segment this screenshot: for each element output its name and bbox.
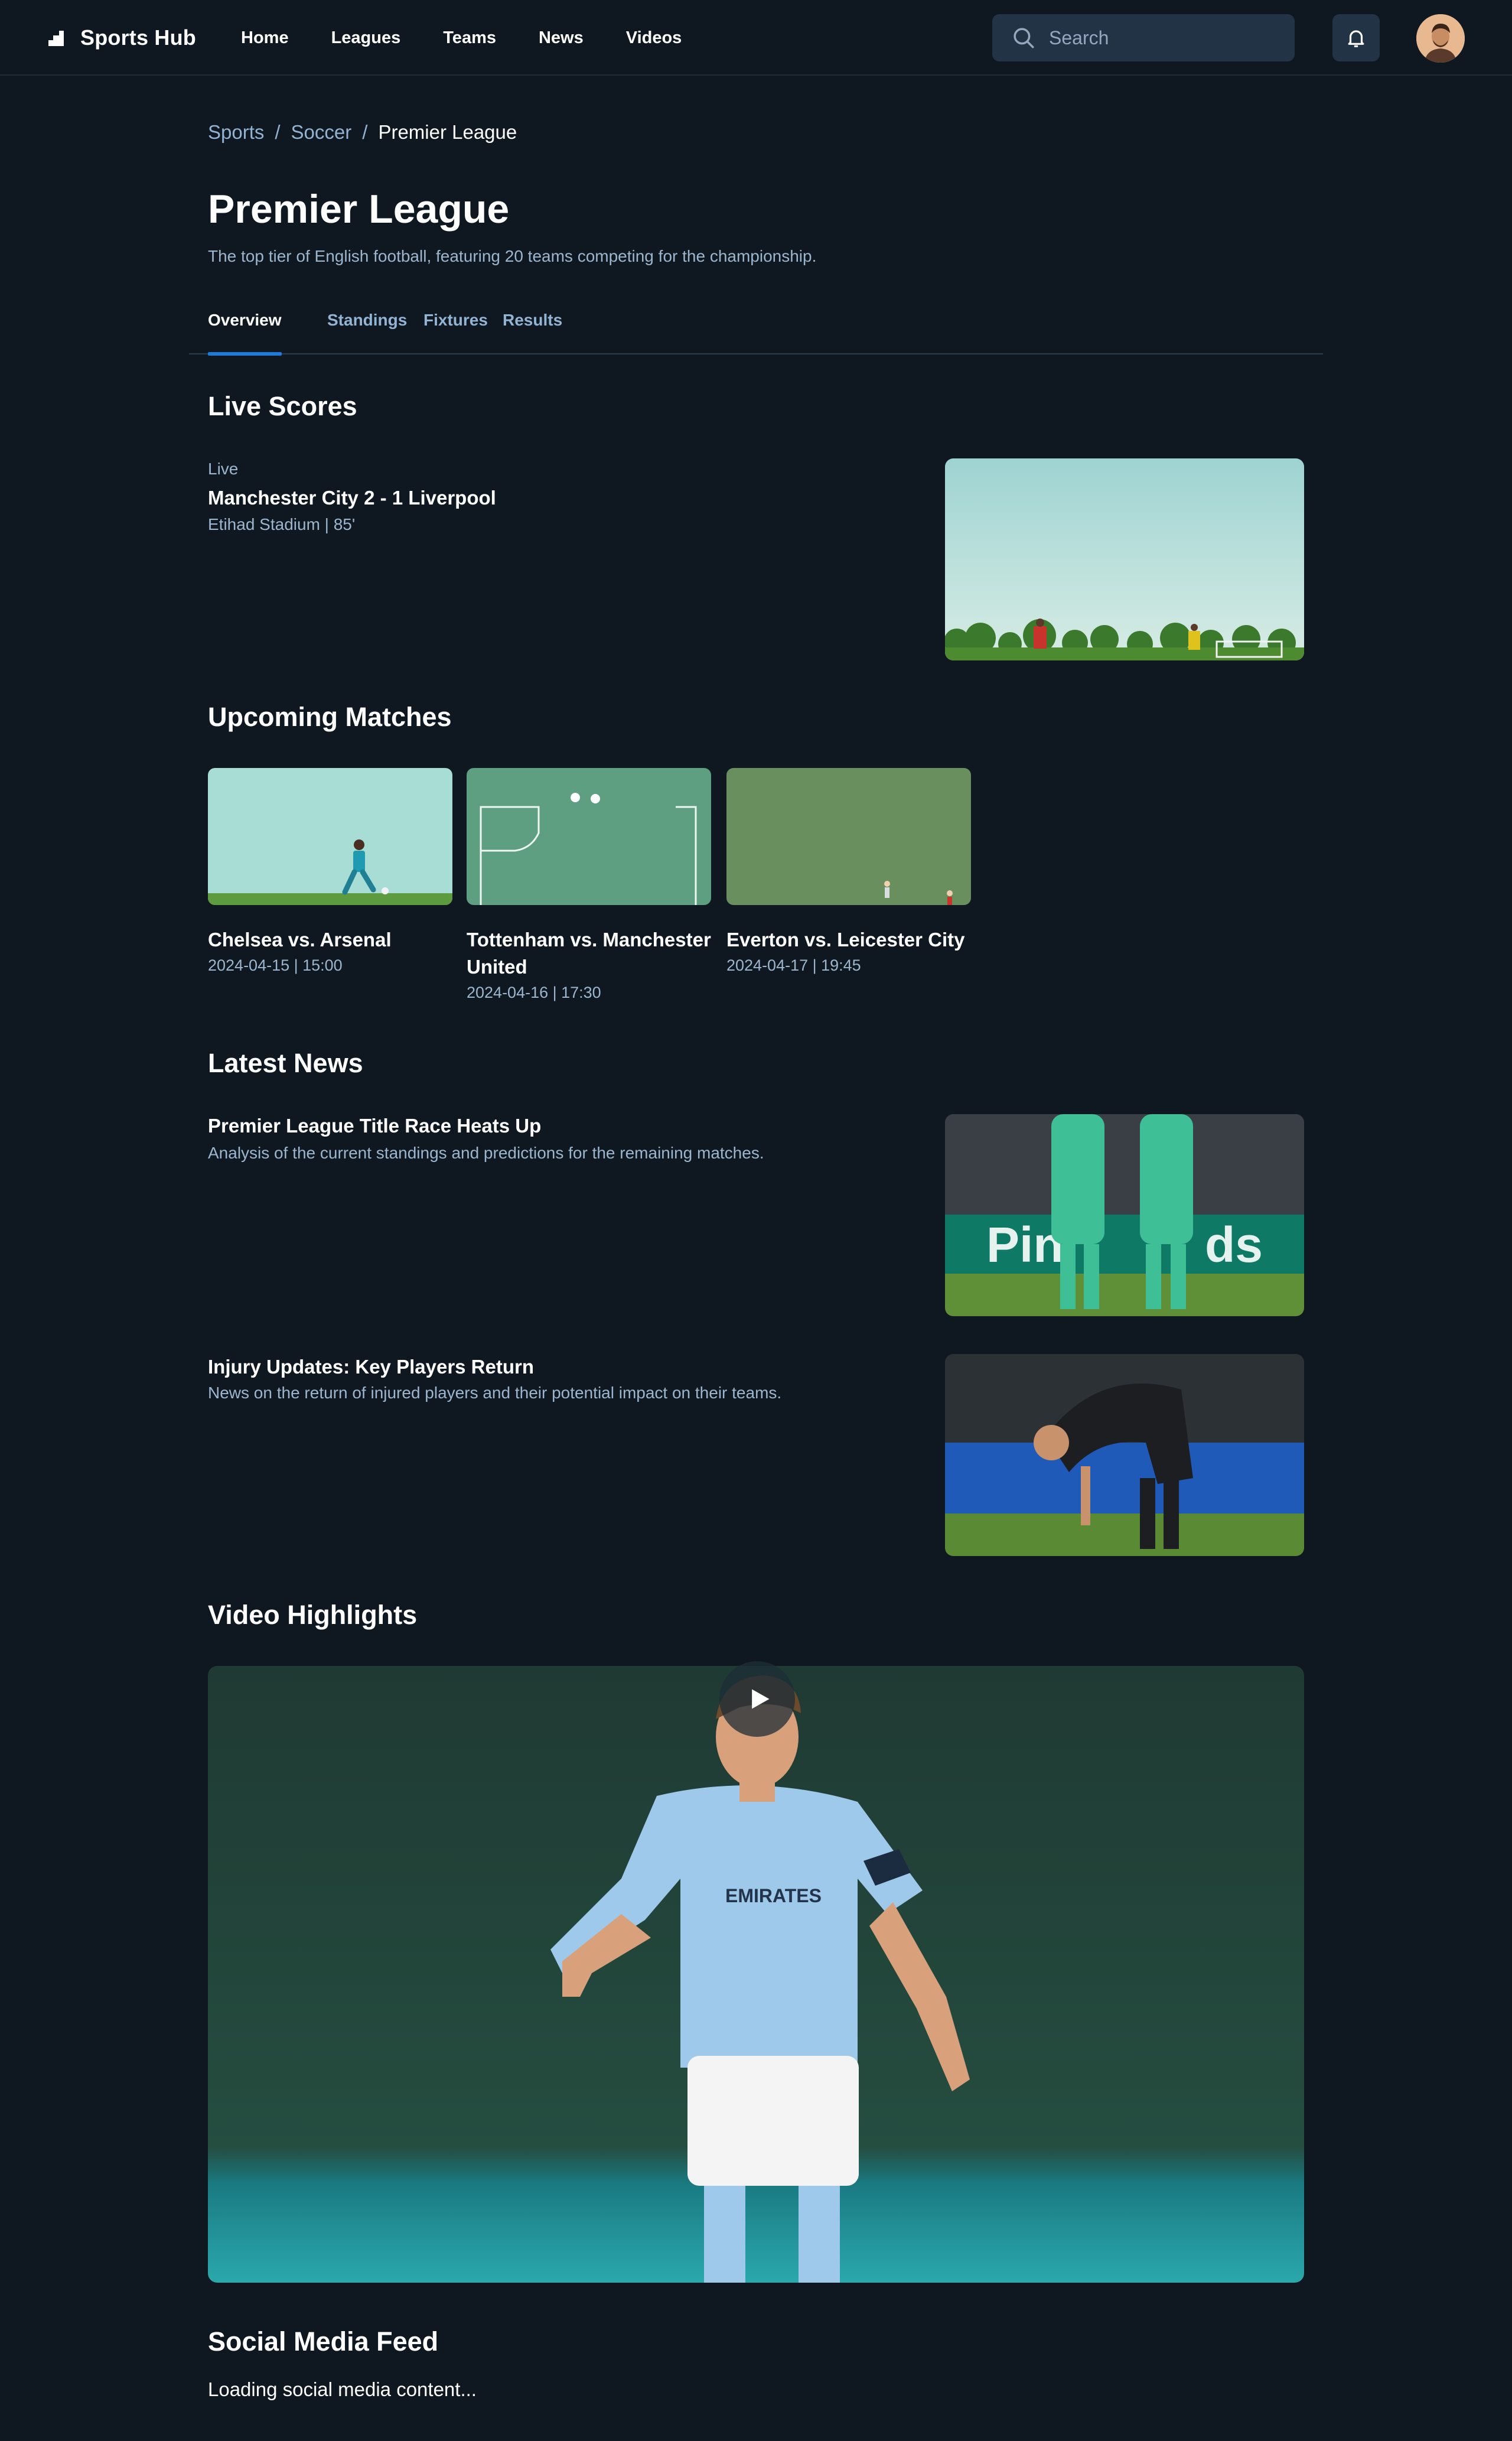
avatar[interactable] bbox=[1416, 14, 1465, 63]
play-icon bbox=[752, 1689, 770, 1709]
tab-fixtures[interactable]: Fixtures bbox=[423, 302, 488, 354]
breadcrumb-separator: / bbox=[362, 121, 368, 143]
grass-field-image bbox=[726, 768, 971, 905]
social-feed-loading: Loading social media content... bbox=[208, 2378, 477, 2400]
match-title: Tottenham vs. Manchester United bbox=[467, 929, 711, 978]
match-card[interactable]: Tottenham vs. Manchester United 2024-04-… bbox=[467, 768, 711, 1003]
breadcrumb-current: Premier League bbox=[378, 121, 517, 143]
brand[interactable]: Sports Hub bbox=[47, 22, 196, 53]
tab-bar: Overview Standings Fixtures Results bbox=[189, 302, 1323, 356]
nav-videos[interactable]: Videos bbox=[626, 26, 682, 50]
match-title: Chelsea vs. Arsenal bbox=[208, 929, 392, 951]
tab-standings[interactable]: Standings bbox=[327, 302, 407, 354]
match-card[interactable]: Everton vs. Leicester City 2024-04-17 | … bbox=[726, 768, 971, 976]
bell-icon bbox=[1348, 30, 1364, 47]
live-match-score[interactable]: Manchester City 2 - 1 Liverpool bbox=[208, 487, 496, 509]
nav-home[interactable]: Home bbox=[241, 26, 289, 50]
nav-leagues[interactable]: Leagues bbox=[331, 26, 401, 50]
news-article-image[interactable]: Pin ds bbox=[945, 1114, 1304, 1316]
nav-teams[interactable]: Teams bbox=[443, 26, 496, 50]
search-icon bbox=[1014, 28, 1034, 48]
news-article-description: News on the return of injured players an… bbox=[208, 1384, 782, 1402]
news-article-title[interactable]: Premier League Title Race Heats Up bbox=[208, 1113, 541, 1139]
breadcrumb-sports[interactable]: Sports bbox=[208, 119, 264, 145]
logo-icon bbox=[48, 31, 64, 46]
news-article-title[interactable]: Injury Updates: Key Players Return bbox=[208, 1354, 534, 1380]
latest-news-heading: Latest News bbox=[208, 1048, 363, 1078]
video-player[interactable]: EMIRATES bbox=[208, 1666, 1304, 2283]
avatar-image bbox=[1416, 14, 1465, 63]
breadcrumb: Sports / Soccer / Premier League bbox=[208, 119, 517, 145]
main-nav: Home Leagues Teams News Videos bbox=[241, 26, 682, 50]
breadcrumb-separator: / bbox=[275, 121, 281, 143]
match-thumbnail bbox=[208, 768, 452, 905]
tab-results[interactable]: Results bbox=[503, 302, 562, 354]
players-green-kit-image: Pin ds bbox=[945, 1114, 1304, 1316]
match-card[interactable]: Chelsea vs. Arsenal 2024-04-15 | 15:00 bbox=[208, 768, 452, 976]
live-match-venue: Etihad Stadium | 85' bbox=[208, 515, 356, 533]
breadcrumb-soccer[interactable]: Soccer bbox=[291, 119, 352, 145]
pitch-lines-image bbox=[467, 768, 711, 905]
social-feed-heading: Social Media Feed bbox=[208, 2326, 439, 2357]
stadium-sky-scene bbox=[945, 458, 1304, 660]
top-navigation-bar: Sports Hub Home Leagues Teams News Video… bbox=[0, 0, 1512, 76]
notifications-button[interactable] bbox=[1332, 14, 1380, 61]
nav-news[interactable]: News bbox=[539, 26, 584, 50]
page-title: Premier League bbox=[208, 187, 510, 232]
video-thumbnail: EMIRATES bbox=[208, 1666, 1304, 2283]
search-box[interactable] bbox=[992, 14, 1295, 61]
live-match-image[interactable] bbox=[945, 458, 1304, 660]
match-title: Everton vs. Leicester City bbox=[726, 929, 965, 951]
search-input[interactable] bbox=[1049, 27, 1273, 49]
page-subtitle: The top tier of English football, featur… bbox=[208, 247, 817, 265]
match-thumbnail bbox=[726, 768, 971, 905]
brand-name: Sports Hub bbox=[80, 25, 196, 50]
live-status: Live bbox=[208, 460, 239, 478]
news-article-image[interactable] bbox=[945, 1354, 1304, 1556]
player-running-image bbox=[208, 768, 452, 905]
svg-text:EMIRATES: EMIRATES bbox=[725, 1885, 822, 1906]
live-scores-heading: Live Scores bbox=[208, 391, 357, 421]
match-time: 2024-04-16 | 17:30 bbox=[467, 984, 601, 1001]
player-bending-image bbox=[945, 1354, 1304, 1556]
play-button[interactable] bbox=[719, 1661, 795, 1737]
video-highlights-heading: Video Highlights bbox=[208, 1600, 418, 1630]
match-time: 2024-04-17 | 19:45 bbox=[726, 956, 861, 974]
news-article-description: Analysis of the current standings and pr… bbox=[208, 1144, 764, 1162]
match-thumbnail bbox=[467, 768, 711, 905]
upcoming-matches-heading: Upcoming Matches bbox=[208, 702, 452, 732]
match-time: 2024-04-15 | 15:00 bbox=[208, 956, 343, 974]
tab-overview[interactable]: Overview bbox=[208, 302, 282, 356]
svg-text:ds: ds bbox=[1205, 1217, 1263, 1272]
